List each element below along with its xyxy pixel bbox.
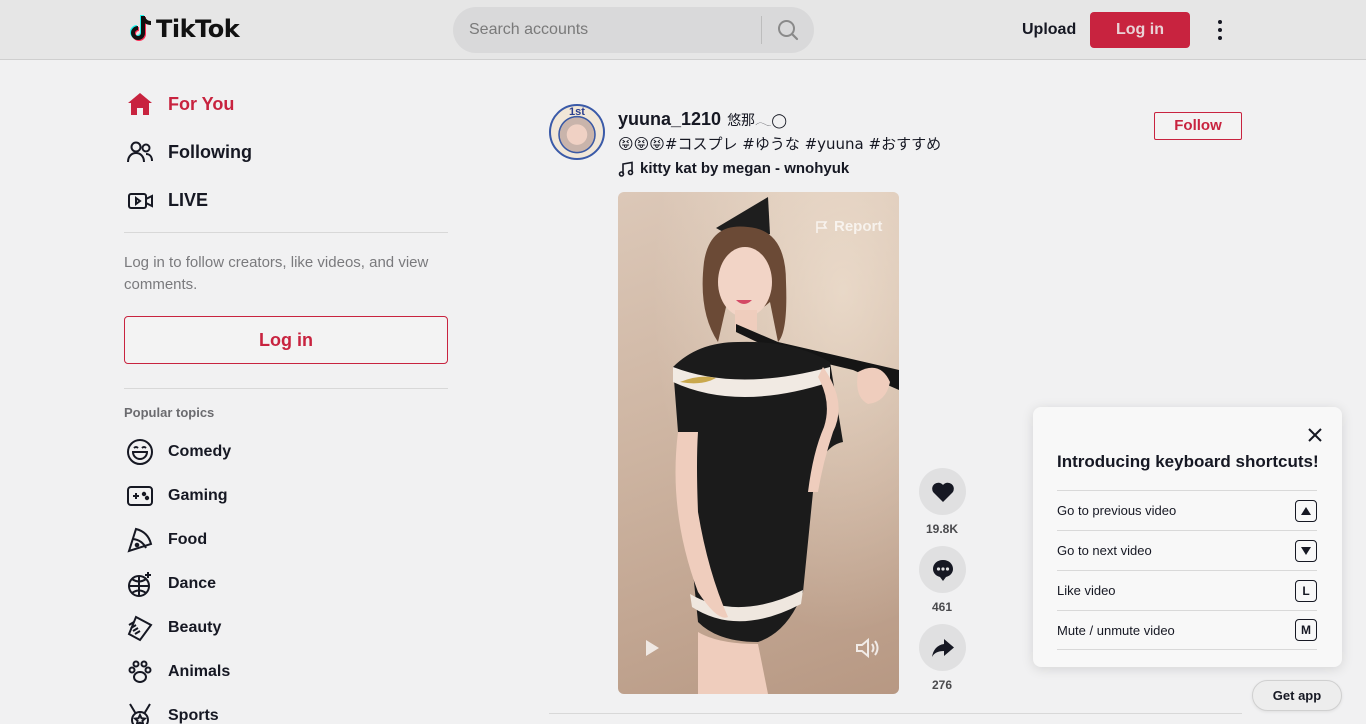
play-icon[interactable] bbox=[642, 638, 662, 658]
nav-following-label: Following bbox=[168, 141, 252, 162]
search-button[interactable] bbox=[762, 7, 814, 53]
sidebar-divider bbox=[124, 388, 448, 389]
people-icon bbox=[124, 136, 156, 168]
shortcut-row: Go to previous video bbox=[1057, 490, 1317, 530]
feed-divider bbox=[549, 713, 1242, 714]
tiktok-note-icon bbox=[130, 15, 152, 41]
sidebar-divider bbox=[124, 232, 448, 233]
shortcut-key: L bbox=[1295, 579, 1317, 602]
shortcut-label: Like video bbox=[1057, 583, 1116, 598]
shortcut-row: Go to next video bbox=[1057, 530, 1317, 570]
top-header: TikTok Upload Log in bbox=[0, 0, 1366, 60]
heart-icon bbox=[931, 482, 954, 502]
avatar-badge: 1st bbox=[569, 106, 585, 118]
topic-comedy[interactable]: Comedy bbox=[124, 432, 231, 472]
topic-label: Gaming bbox=[168, 487, 228, 504]
comment-button[interactable] bbox=[919, 546, 966, 593]
arrow-up-key-icon bbox=[1295, 499, 1317, 522]
creator-avatar[interactable]: 1st bbox=[549, 104, 605, 160]
topic-label: Animals bbox=[168, 663, 231, 680]
shortcut-label: Go to next video bbox=[1057, 543, 1152, 558]
pizza-icon bbox=[124, 524, 156, 556]
volume-icon[interactable] bbox=[854, 636, 880, 660]
topic-label: Sports bbox=[168, 707, 219, 724]
nav-for-you[interactable]: For You bbox=[124, 84, 234, 124]
report-button[interactable]: Report bbox=[815, 218, 882, 235]
share-icon bbox=[931, 638, 954, 657]
video-frame-figure bbox=[673, 197, 899, 694]
logo-text: TikTok bbox=[156, 15, 240, 43]
live-icon bbox=[124, 184, 156, 216]
music-link[interactable]: kitty kat by megan - wnohyuk bbox=[618, 160, 849, 177]
medal-icon bbox=[124, 700, 156, 724]
topic-animals[interactable]: Animals bbox=[124, 652, 230, 692]
creator-name[interactable]: yuuna_1210 悠那𓂃◯ bbox=[618, 106, 787, 130]
nav-live-label: LIVE bbox=[168, 189, 209, 210]
sidebar-login-button[interactable]: Log in bbox=[124, 316, 448, 364]
video-player[interactable]: Report bbox=[618, 192, 899, 694]
paw-icon bbox=[124, 656, 156, 688]
comb-icon bbox=[124, 612, 156, 644]
music-title: kitty kat by megan - wnohyuk bbox=[640, 160, 850, 177]
more-menu-icon[interactable] bbox=[1208, 16, 1232, 44]
login-prompt-text: Log in to follow creators, like videos, … bbox=[124, 254, 429, 293]
popular-topics-title: Popular topics bbox=[124, 405, 215, 420]
tiktok-logo[interactable]: TikTok bbox=[128, 14, 240, 44]
disco-ball-icon bbox=[124, 568, 156, 600]
arrow-down-key-icon bbox=[1295, 539, 1317, 562]
search-icon bbox=[778, 20, 799, 41]
creator-nickname: 悠那𓂃◯ bbox=[727, 112, 788, 128]
keyboard-shortcuts-panel: Introducing keyboard shortcuts! Go to pr… bbox=[1033, 407, 1342, 667]
gamepad-icon bbox=[124, 480, 156, 512]
search-input[interactable] bbox=[469, 7, 761, 53]
topic-label: Beauty bbox=[168, 619, 222, 636]
comment-icon bbox=[932, 559, 953, 581]
close-icon[interactable] bbox=[1303, 423, 1327, 447]
search-bar bbox=[453, 7, 814, 53]
topic-label: Comedy bbox=[168, 443, 232, 460]
upload-button[interactable]: Upload bbox=[1014, 14, 1084, 46]
like-button[interactable] bbox=[919, 468, 966, 515]
shortcut-row: Mute / unmute video M bbox=[1057, 610, 1317, 650]
smile-icon bbox=[124, 436, 156, 468]
shortcut-row: Like video L bbox=[1057, 570, 1317, 610]
share-count: 276 bbox=[931, 678, 953, 692]
flag-icon bbox=[816, 220, 828, 233]
topic-food[interactable]: Food bbox=[124, 520, 207, 560]
topic-gaming[interactable]: Gaming bbox=[124, 476, 228, 516]
post-caption: 😝😝😝#コスプレ #ゆうな #yuuna #おすすめ bbox=[618, 135, 942, 153]
topic-dance[interactable]: Dance bbox=[124, 564, 216, 604]
follow-button[interactable]: Follow bbox=[1154, 112, 1242, 140]
comment-count: 461 bbox=[931, 600, 953, 614]
get-app-button[interactable]: Get app bbox=[1252, 680, 1342, 711]
report-label: Report bbox=[834, 218, 883, 235]
home-icon bbox=[124, 88, 156, 120]
shortcut-label: Mute / unmute video bbox=[1057, 622, 1175, 638]
like-count: 19.8K bbox=[925, 522, 959, 536]
nav-for-you-label: For You bbox=[168, 93, 235, 114]
header-login-button[interactable]: Log in bbox=[1090, 12, 1190, 48]
nav-live[interactable]: LIVE bbox=[124, 180, 208, 220]
shortcut-label: Go to previous video bbox=[1057, 503, 1177, 518]
music-note-icon bbox=[618, 161, 634, 177]
panel-title: Introducing keyboard shortcuts! bbox=[1057, 452, 1319, 471]
topic-label: Dance bbox=[168, 575, 217, 592]
shortcut-key: M bbox=[1295, 619, 1317, 641]
topic-label: Food bbox=[168, 531, 208, 548]
topic-sports[interactable]: Sports bbox=[124, 696, 219, 724]
topic-beauty[interactable]: Beauty bbox=[124, 608, 221, 648]
share-button[interactable] bbox=[919, 624, 966, 671]
nav-following[interactable]: Following bbox=[124, 132, 252, 172]
creator-username[interactable]: yuuna_1210 bbox=[618, 109, 721, 130]
